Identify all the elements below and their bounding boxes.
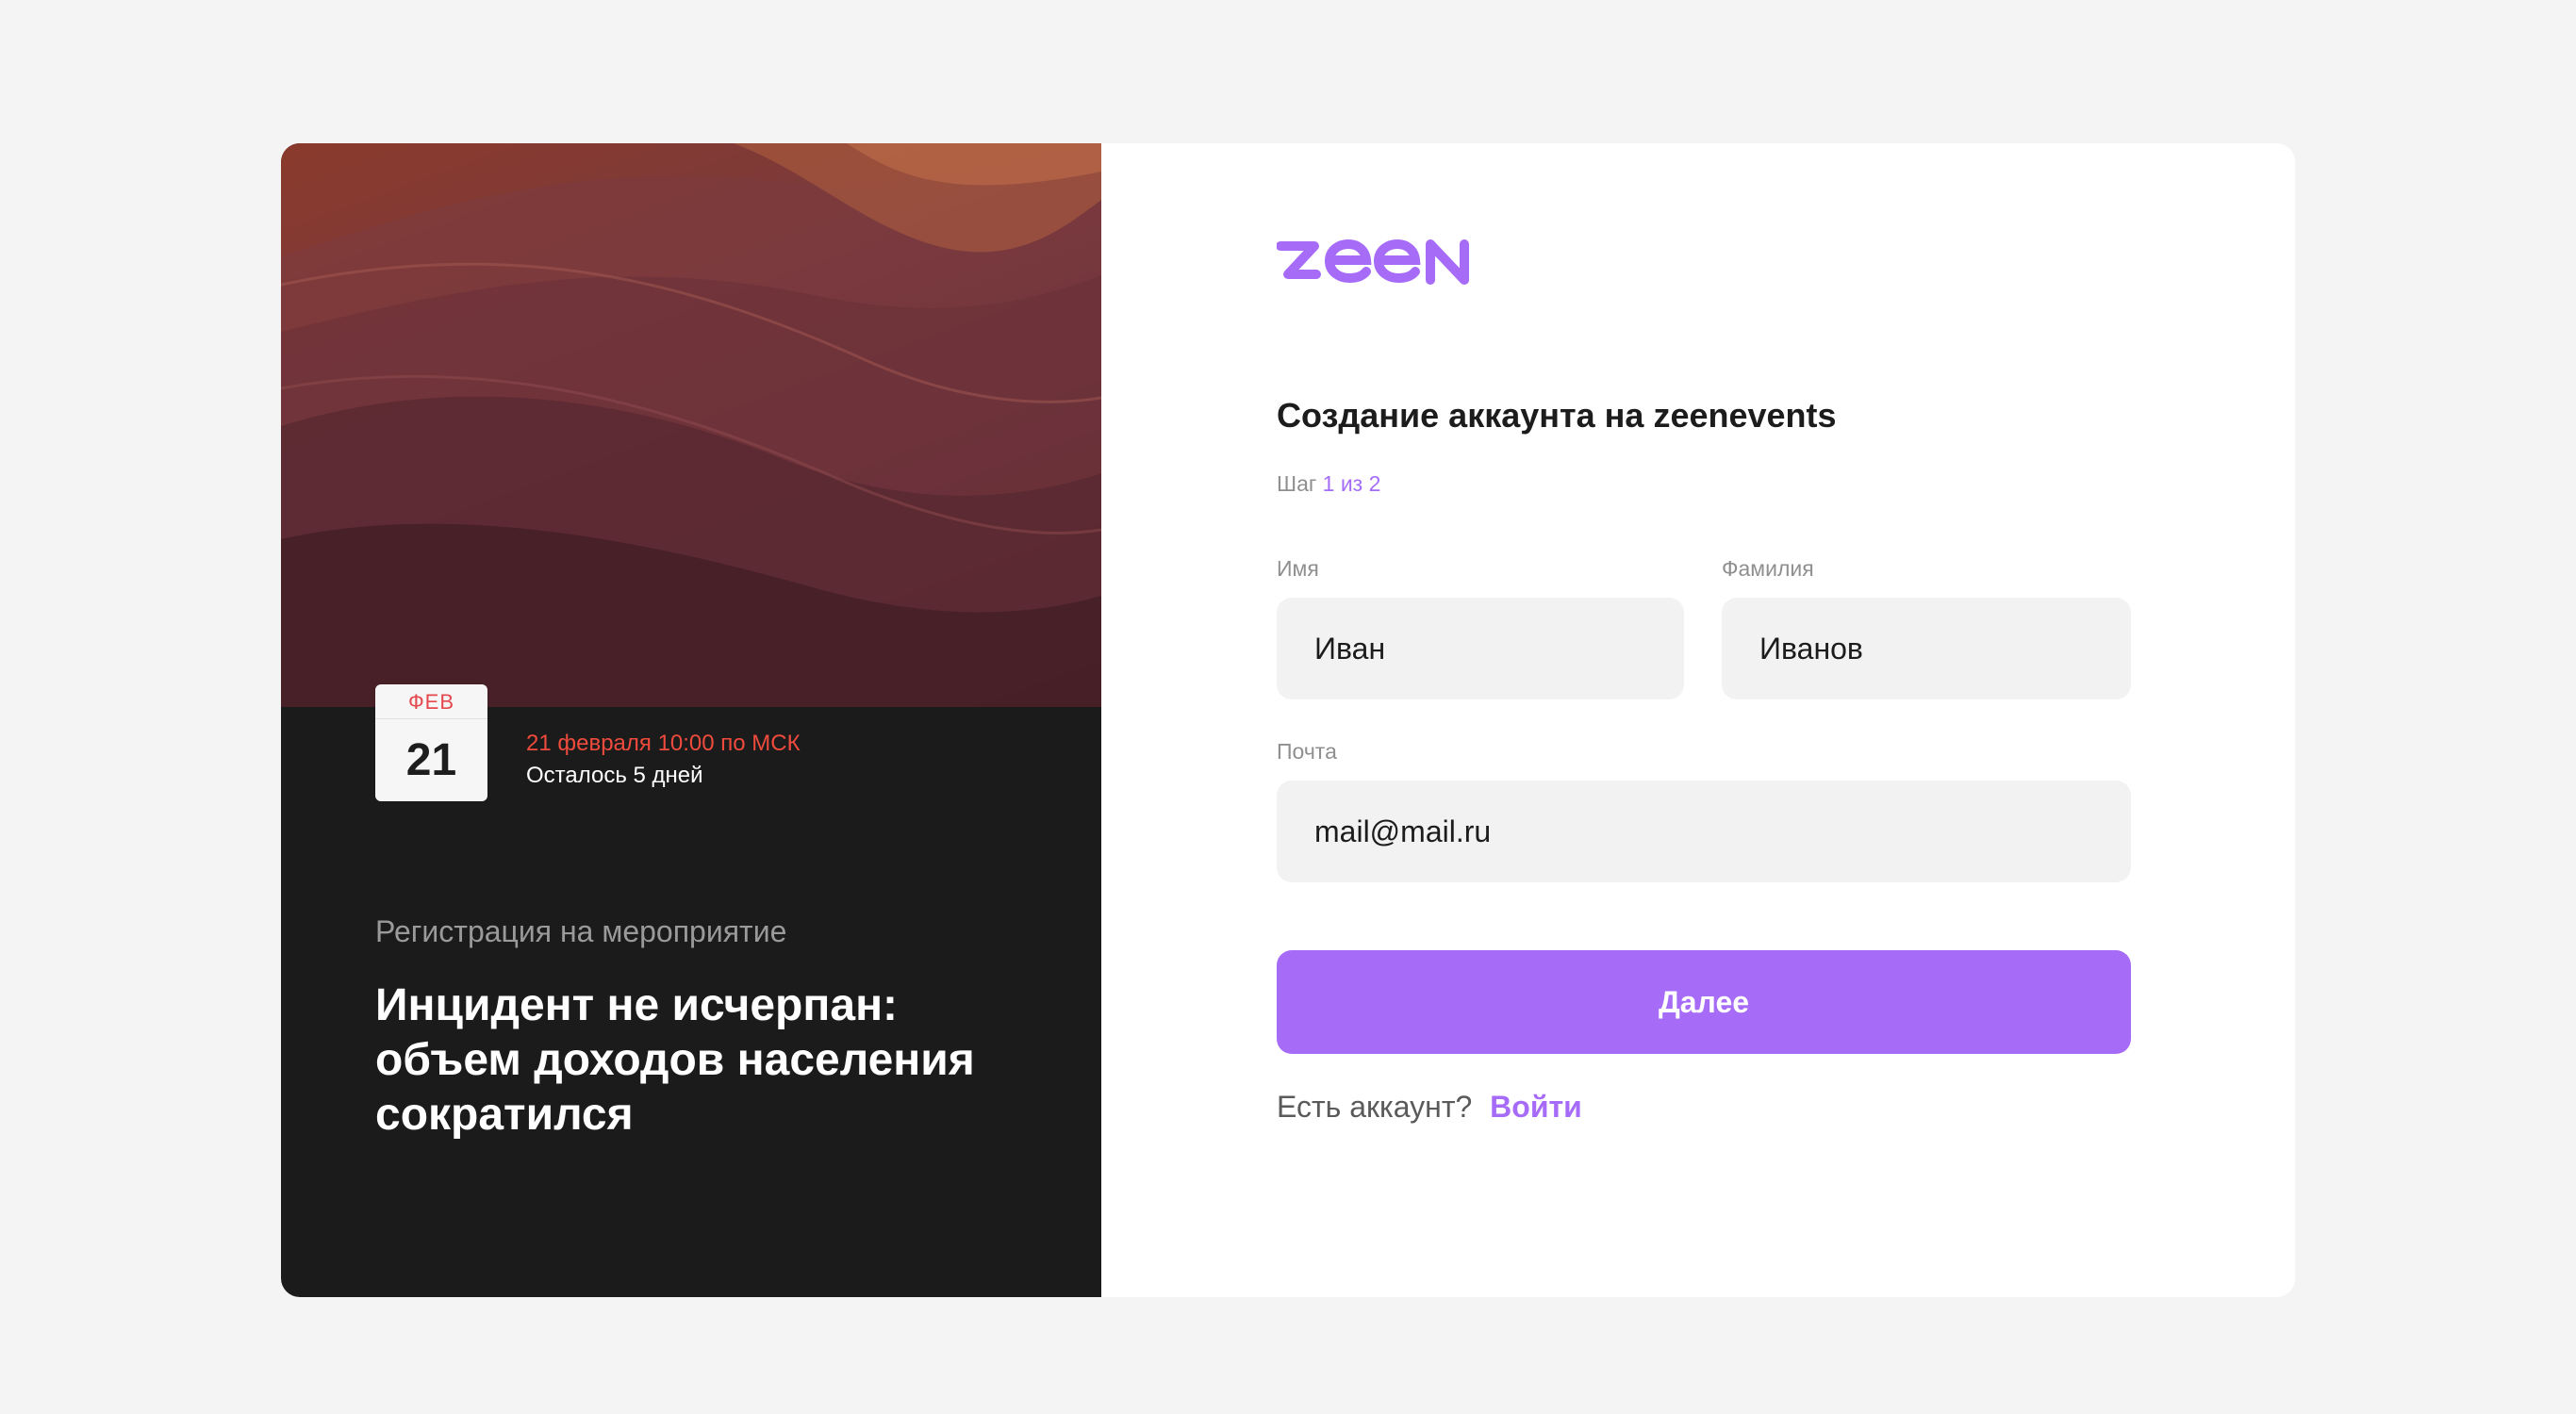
registration-card: ФЕВ 21 21 февраля 10:00 по МСК Осталось … (281, 143, 2295, 1297)
next-button[interactable]: Далее (1277, 950, 2131, 1054)
last-name-label: Фамилия (1722, 556, 1814, 581)
registration-label: Регистрация на мероприятие (375, 914, 787, 948)
event-remaining: Осталось 5 дней (526, 763, 703, 788)
event-panel: ФЕВ 21 21 февраля 10:00 по МСК Осталось … (281, 143, 1101, 1297)
calendar-month: ФЕВ (375, 684, 487, 719)
email-label: Почта (1277, 739, 1337, 764)
zeen-logo (1276, 233, 1475, 294)
step-indicator: Шаг 1 из 2 (1277, 471, 1380, 497)
event-title: Инцидент не исчерпан: объем доходов насе… (375, 980, 975, 1140)
form-title: Создание аккаунта на zeenevents (1277, 396, 1837, 435)
event-date: 21 февраля 10:00 по МСК (526, 731, 801, 756)
signin-link[interactable]: Войти (1490, 1090, 1582, 1124)
calendar-badge: ФЕВ 21 (375, 684, 487, 801)
first-name-label: Имя (1277, 556, 1319, 581)
signin-prompt: Есть аккаунт? (1277, 1090, 1473, 1124)
event-cover-image (281, 143, 1101, 707)
last-name-field[interactable]: Иванов (1722, 598, 2131, 699)
signup-form-panel: Создание аккаунта на zeenevents Шаг 1 из… (1101, 143, 2295, 1297)
email-field[interactable]: mail@mail.ru (1277, 781, 2131, 882)
step-value: 1 из 2 (1322, 471, 1381, 496)
step-label: Шаг (1277, 471, 1317, 496)
event-meta: 21 февраля 10:00 по МСК Осталось 5 дней (526, 728, 801, 792)
signin-row: Есть аккаунт? Войти (1277, 1090, 1582, 1125)
first-name-field[interactable]: Иван (1277, 598, 1684, 699)
calendar-day: 21 (405, 735, 457, 785)
